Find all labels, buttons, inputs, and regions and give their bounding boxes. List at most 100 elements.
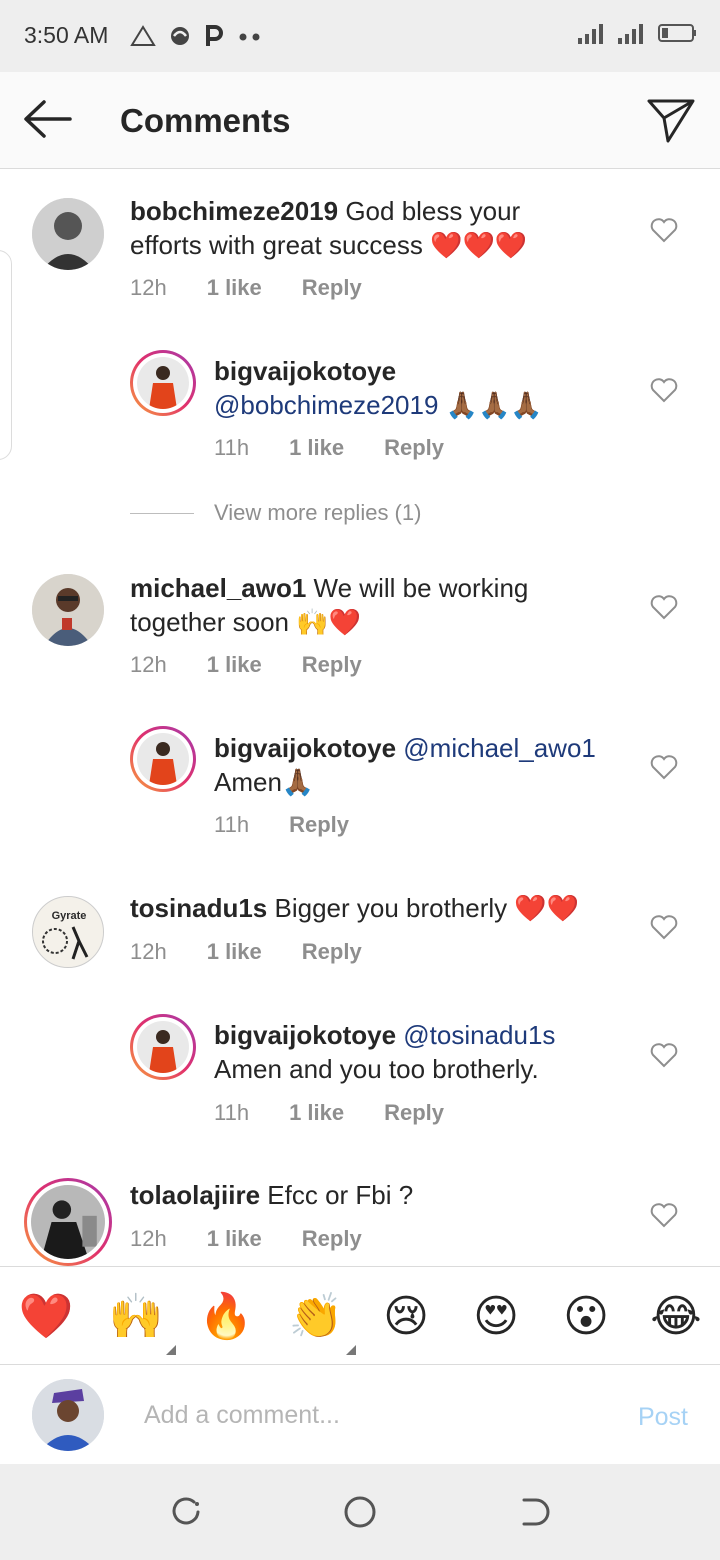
- like-heart-icon[interactable]: [650, 754, 678, 780]
- avatar-story-ring[interactable]: [130, 726, 196, 792]
- skin-tone-indicator: [346, 1345, 356, 1355]
- emoji-fire[interactable]: 🔥: [198, 1289, 254, 1345]
- reply-button[interactable]: Reply: [289, 812, 349, 838]
- avatar-photo-bw: [32, 198, 104, 270]
- reply-username[interactable]: bigvaijokotoye: [214, 1020, 396, 1050]
- avatar-photo: [137, 357, 189, 409]
- like-heart-icon[interactable]: [650, 217, 678, 243]
- comment-body: tosinadu1s Bigger you brotherly ❤️❤️: [130, 891, 630, 926]
- p-app-icon: [206, 25, 224, 47]
- comment-likes[interactable]: 1 like: [207, 275, 262, 301]
- comment-likes[interactable]: 1 like: [207, 652, 262, 678]
- comment-meta: 12h 1 like Reply: [130, 1226, 362, 1252]
- signal-icon-2: [618, 24, 643, 44]
- reply-body: bigvaijokotoye @tosinadu1s Amen and you …: [214, 1018, 634, 1086]
- post-button[interactable]: Post: [638, 1403, 688, 1432]
- reply-emoji: 🙏🏾: [281, 768, 315, 798]
- emoji-laughing[interactable]: 😂: [648, 1289, 704, 1345]
- signal-icon: [578, 24, 603, 44]
- view-more-replies[interactable]: View more replies (1): [130, 500, 421, 526]
- reply-button[interactable]: Reply: [384, 1100, 444, 1126]
- comment-text: We will be working: [313, 573, 529, 603]
- comment-username[interactable]: tolaolajiire: [130, 1180, 260, 1210]
- reply-body: bigvaijokotoye @michael_awo1 Amen🙏🏾: [214, 731, 634, 800]
- reply-body: bigvaijokotoye @bobchimeze2019 🙏🏾🙏🏾🙏🏾: [214, 354, 634, 423]
- emoji-crying[interactable]: 😢: [378, 1289, 434, 1345]
- send-direct-icon[interactable]: [646, 96, 696, 144]
- avatar-photo: [31, 1185, 105, 1259]
- emoji-surprised[interactable]: 😮: [558, 1289, 614, 1345]
- comment-likes[interactable]: 1 like: [207, 939, 262, 965]
- comment-time: 12h: [130, 275, 167, 300]
- reply-mention[interactable]: @tosinadu1s: [403, 1020, 555, 1050]
- swirl-icon: [171, 27, 190, 46]
- like-heart-icon[interactable]: [650, 377, 678, 403]
- comment-likes[interactable]: 1 like: [207, 1226, 262, 1252]
- comment-body: bobchimeze2019 God bless your efforts wi…: [130, 194, 630, 263]
- comment-username[interactable]: michael_awo1: [130, 573, 306, 603]
- reply-username[interactable]: bigvaijokotoye: [214, 356, 396, 386]
- avatar[interactable]: [32, 574, 104, 646]
- like-heart-icon[interactable]: [650, 914, 678, 940]
- emoji-clapping[interactable]: 👏: [288, 1289, 356, 1355]
- reply-button[interactable]: Reply: [302, 939, 362, 965]
- reply-meta: 11h 1 like Reply: [214, 435, 444, 461]
- avatar-story-ring[interactable]: [24, 1178, 112, 1266]
- comment-username[interactable]: tosinadu1s: [130, 893, 267, 923]
- view-more-label[interactable]: View more replies (1): [214, 500, 421, 526]
- divider-line: [130, 512, 194, 514]
- status-bar: 3:50 AM: [0, 0, 720, 72]
- like-heart-icon[interactable]: [650, 1042, 678, 1068]
- reply-button[interactable]: Reply: [302, 275, 362, 301]
- home-icon[interactable]: [342, 1494, 378, 1530]
- comment-text: God bless your: [345, 196, 521, 226]
- like-heart-icon[interactable]: [650, 1202, 678, 1228]
- add-comment-bar: Post: [0, 1364, 720, 1464]
- system-nav-bar: [0, 1464, 720, 1560]
- reply-mention[interactable]: @bobchimeze2019: [214, 390, 438, 420]
- comment-emoji: 🙌❤️: [296, 608, 361, 638]
- reply-likes[interactable]: 1 like: [289, 1100, 344, 1126]
- comment-input[interactable]: [144, 1395, 584, 1435]
- comment-meta: 12h 1 like Reply: [130, 652, 362, 678]
- emoji-heart-eyes[interactable]: 😍: [468, 1289, 524, 1345]
- reply-mention[interactable]: @michael_awo1: [403, 733, 596, 763]
- back-arrow-icon[interactable]: [20, 94, 76, 144]
- reply-meta: 11h 1 like Reply: [214, 1100, 444, 1126]
- like-heart-icon[interactable]: [650, 594, 678, 620]
- reply-likes[interactable]: 1 like: [289, 435, 344, 461]
- avatar-story-ring[interactable]: [130, 350, 196, 416]
- avatar-story-ring[interactable]: [130, 1014, 196, 1080]
- emoji-raised-hands[interactable]: 🙌: [108, 1289, 176, 1355]
- reply-button[interactable]: Reply: [384, 435, 444, 461]
- comments-list[interactable]: bobchimeze2019 God bless your efforts wi…: [0, 170, 720, 1266]
- avatar[interactable]: Gyrate: [32, 896, 104, 968]
- comment-time: 12h: [130, 652, 167, 677]
- status-system-icons: [578, 22, 698, 44]
- reply-button[interactable]: Reply: [302, 1226, 362, 1252]
- avatar-photo: [137, 1021, 189, 1073]
- page-title: Comments: [120, 102, 291, 139]
- recent-apps-icon[interactable]: [168, 1494, 204, 1530]
- back-nav-icon[interactable]: [516, 1494, 552, 1530]
- comment-username[interactable]: bobchimeze2019: [130, 196, 338, 226]
- comment-meta: 12h 1 like Reply: [130, 275, 362, 301]
- skin-tone-indicator: [166, 1345, 176, 1355]
- comment-body: michael_awo1 We will be working together…: [130, 571, 630, 640]
- avatar[interactable]: [32, 198, 104, 270]
- my-avatar-photo: [32, 1379, 104, 1451]
- emoji-raised-hands-glyph: 🙌: [108, 1291, 164, 1342]
- comment-meta: 12h 1 like Reply: [130, 939, 362, 965]
- reply-button[interactable]: Reply: [302, 652, 362, 678]
- quick-emoji-bar: ❤️ 🙌 🔥 👏 😢 😍 😮 😂: [0, 1266, 720, 1364]
- reply-username[interactable]: bigvaijokotoye: [214, 733, 396, 763]
- comment-time: 12h: [130, 939, 167, 964]
- header: Comments: [0, 72, 720, 169]
- comment-time: 12h: [130, 1226, 167, 1251]
- emoji-heart[interactable]: ❤️: [18, 1289, 74, 1345]
- battery-icon: [658, 24, 696, 42]
- reply-emoji: 🙏🏾🙏🏾🙏🏾: [445, 391, 543, 421]
- reply-time: 11h: [214, 435, 250, 460]
- reply-text: Amen: [214, 767, 282, 797]
- emoji-clapping-glyph: 👏: [288, 1291, 344, 1342]
